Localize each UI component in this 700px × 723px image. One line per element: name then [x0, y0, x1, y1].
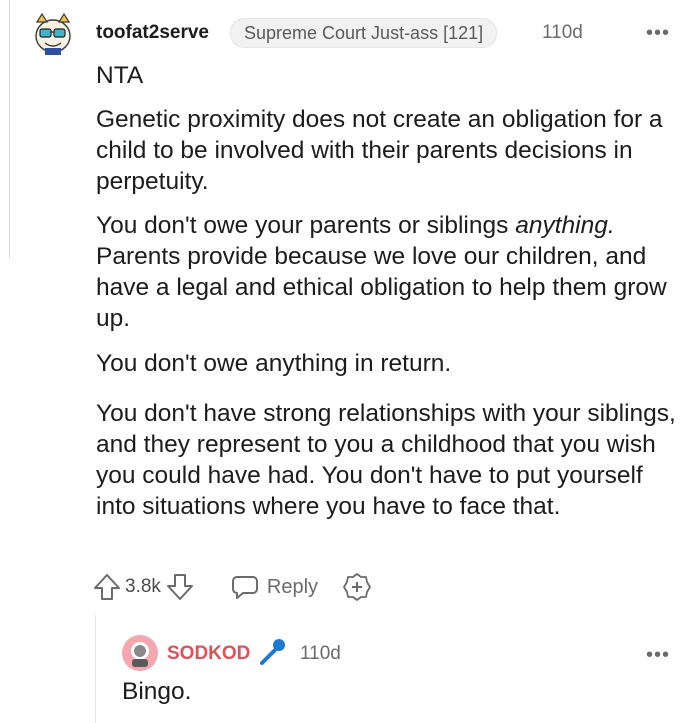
reply-more-options-icon[interactable]: ••• — [646, 645, 670, 665]
comment-text: Parents provide because we love our chil… — [96, 243, 667, 332]
reply-icon — [231, 576, 258, 599]
user-avatar[interactable] — [28, 10, 78, 56]
reply-user-avatar[interactable] — [122, 635, 158, 671]
vote-count: 3.8k — [125, 576, 161, 597]
comment-username[interactable]: toofat2serve — [96, 22, 209, 44]
reply-username[interactable]: SODKOD — [167, 643, 250, 665]
thread-line — [0, 0, 10, 258]
comment-age: 110d — [542, 22, 583, 43]
add-award-icon — [343, 573, 371, 601]
award-button[interactable] — [342, 572, 372, 602]
reply-body: Bingo. — [122, 678, 192, 705]
comment-paragraph: Genetic proximity does not create an obl… — [96, 106, 663, 195]
microphone-icon — [260, 639, 285, 665]
comment-paragraph: You don't have strong relationships with… — [96, 400, 676, 520]
reply-thread-line — [95, 615, 96, 723]
more-options-icon[interactable]: ••• — [646, 23, 670, 43]
vote-group: 3.8k — [92, 572, 195, 602]
downvote-icon[interactable] — [165, 572, 195, 602]
reply-label: Reply — [266, 575, 319, 598]
emphasis-text: anything. — [515, 212, 615, 239]
comment-paragraph: You don't owe your parents or siblings a… — [96, 210, 686, 334]
reply-button[interactable]: Reply — [231, 574, 318, 600]
comment-paragraph: NTA — [96, 62, 144, 89]
comment-paragraph: You don't owe anything in return. — [96, 350, 452, 377]
comment-actions: 3.8k Reply — [92, 570, 372, 604]
comment-text: You don't owe your parents or siblings — [96, 212, 509, 239]
upvote-icon[interactable] — [92, 572, 122, 602]
user-flair: Supreme Court Just-ass [121] — [230, 18, 498, 48]
reply-age: 110d — [300, 643, 341, 664]
